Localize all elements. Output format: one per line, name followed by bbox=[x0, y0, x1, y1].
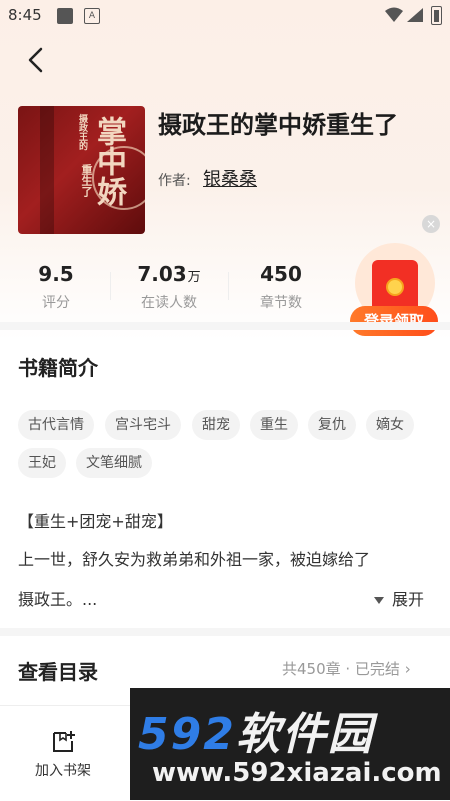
login-claim-button[interactable]: 登录领取 bbox=[350, 306, 438, 336]
stat-readers-value: 7.03 bbox=[137, 262, 187, 286]
stat-readers-label: 在读人数 bbox=[141, 295, 197, 311]
stat-readers: 7.03万 在读人数 bbox=[124, 262, 214, 312]
cover-stripe bbox=[40, 106, 54, 234]
battery-icon bbox=[431, 6, 442, 25]
red-packet-icon[interactable] bbox=[372, 260, 418, 312]
signal-icon bbox=[407, 8, 423, 22]
expand-button[interactable]: 展开 bbox=[374, 586, 424, 610]
back-arrow-icon[interactable] bbox=[22, 45, 52, 75]
catalog-title[interactable]: 查看目录 bbox=[18, 656, 98, 685]
intro-line: 上一世，舒久安为救弟弟和外祖一家，被迫嫁给了 bbox=[18, 550, 371, 569]
section-divider bbox=[0, 322, 450, 330]
cover-subtitle-2: 重生了 bbox=[80, 164, 93, 197]
genre-tag[interactable]: 文笔细腻 bbox=[76, 448, 152, 478]
genre-tag[interactable]: 甜宠 bbox=[192, 410, 240, 440]
app-notification-icon: A bbox=[84, 8, 100, 24]
stat-rating-value: 9.5 bbox=[38, 262, 74, 286]
notification-icon bbox=[57, 8, 73, 24]
watermark-title: 592软件园 bbox=[138, 698, 374, 762]
genre-tag[interactable]: 宫斗宅斗 bbox=[105, 410, 181, 440]
add-to-shelf-icon[interactable] bbox=[51, 730, 77, 754]
cover-title-text: 掌中娇 bbox=[91, 116, 126, 206]
intro-line: 摄政王。... bbox=[18, 590, 98, 609]
genre-tag[interactable]: 王妃 bbox=[18, 448, 66, 478]
author-label: 作者: bbox=[158, 173, 191, 189]
wifi-icon bbox=[385, 7, 403, 22]
intro-line: 【重生+团宠+甜宠】 bbox=[18, 512, 173, 531]
watermark-number: 592 bbox=[138, 709, 236, 760]
cover-subtitle-1: 摄政王的 bbox=[77, 114, 87, 150]
add-to-shelf-label[interactable]: 加入书架 bbox=[35, 760, 91, 780]
stat-chapters: 450 章节数 bbox=[236, 262, 326, 312]
stat-rating-label: 评分 bbox=[42, 295, 70, 311]
status-time: 8:45 bbox=[8, 6, 42, 24]
book-cover[interactable]: 摄政王的 掌中娇 重生了 bbox=[18, 106, 145, 234]
watermark-url: www.592xiazai.com bbox=[152, 758, 442, 788]
catalog-info[interactable]: 共450章 · 已完结 › bbox=[282, 658, 411, 679]
stat-readers-unit: 万 bbox=[187, 270, 201, 285]
watermark: 592软件园 www.592xiazai.com bbox=[130, 688, 450, 800]
coin-icon bbox=[386, 278, 404, 296]
watermark-cn: 软件园 bbox=[235, 709, 374, 760]
section-divider bbox=[0, 628, 450, 636]
author-link[interactable]: 银桑桑 bbox=[203, 165, 257, 191]
stat-chapters-value: 450 bbox=[260, 262, 302, 286]
expand-label: 展开 bbox=[392, 590, 425, 609]
stat-chapters-label: 章节数 bbox=[260, 295, 302, 311]
genre-tag[interactable]: 重生 bbox=[250, 410, 298, 440]
triangle-down-icon bbox=[374, 597, 384, 604]
genre-tag[interactable]: 复仇 bbox=[308, 410, 356, 440]
intro-section-title: 书籍简介 bbox=[18, 356, 98, 380]
status-bar: 8:45 A bbox=[0, 0, 450, 30]
stat-divider bbox=[228, 272, 229, 300]
genre-tag[interactable]: 古代言情 bbox=[18, 410, 94, 440]
book-title: 摄政王的掌中娇重生了 bbox=[158, 111, 398, 139]
genre-tag[interactable]: 嫡女 bbox=[366, 410, 414, 440]
stat-rating: 9.5 评分 bbox=[11, 262, 101, 312]
promo-close-button[interactable]: × bbox=[422, 215, 440, 233]
stat-divider bbox=[110, 272, 111, 300]
